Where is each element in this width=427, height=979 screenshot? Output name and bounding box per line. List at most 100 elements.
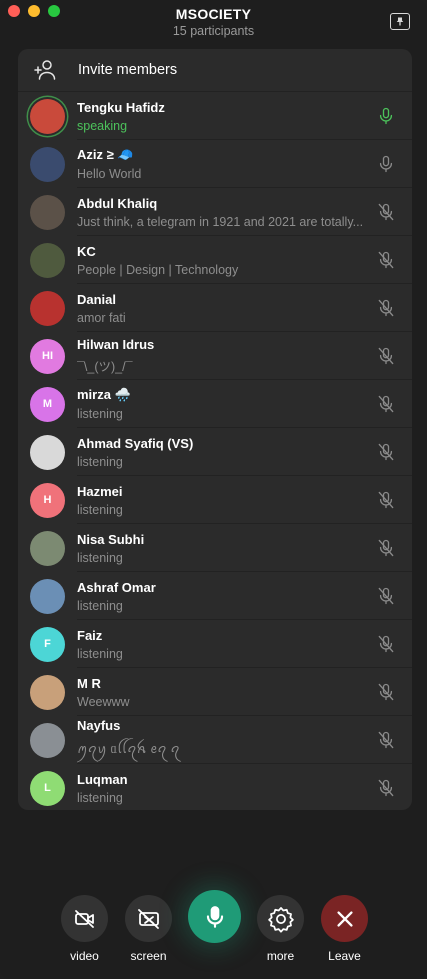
participant-row[interactable]: Danial amor fati xyxy=(18,284,412,332)
chat-title: MSOCIETY xyxy=(175,6,252,22)
participant-row[interactable]: H Hazmei listening xyxy=(18,476,412,524)
participant-name: Faiz xyxy=(77,627,103,643)
participant-status: listening xyxy=(77,790,123,805)
video-control: video xyxy=(61,895,108,963)
screen-share-off-icon xyxy=(137,908,159,929)
participant-row[interactable]: Ahmad Syafiq (VS) listening xyxy=(18,428,412,476)
participant-info: Aziz ≥ 🧢 Hello World xyxy=(77,147,374,181)
pin-window-button[interactable] xyxy=(390,13,410,30)
avatar xyxy=(30,146,65,182)
screen-share-button[interactable] xyxy=(125,895,172,942)
participant-name: Tengku Hafidz xyxy=(77,99,165,115)
avatar xyxy=(30,434,65,470)
avatar xyxy=(30,242,65,278)
avatar: L xyxy=(30,770,65,806)
avatar xyxy=(30,98,65,134)
mic-muted-icon xyxy=(374,584,398,608)
participant-row[interactable]: Nayfus ꪑꪖꪗ ᥲꪶꪶꪖꫝ ꫀꪖ ꪖ xyxy=(18,716,412,764)
participant-info: Faiz listening xyxy=(77,628,374,661)
mic-control xyxy=(188,890,241,943)
invite-members-button[interactable]: Invite members xyxy=(18,49,412,92)
mic-muted-icon xyxy=(374,728,398,752)
avatar: M xyxy=(30,386,65,422)
participant-row[interactable]: HI Hilwan Idrus ¯\_(ツ)_/¯ xyxy=(18,332,412,380)
microphone-icon xyxy=(374,152,398,176)
avatar-initials: H xyxy=(43,494,52,506)
participant-info: Hilwan Idrus ¯\_(ツ)_/¯ xyxy=(77,337,374,375)
mic-muted-icon xyxy=(374,776,398,800)
participant-row[interactable]: F Faiz listening xyxy=(18,620,412,668)
mic-muted-icon xyxy=(374,200,398,224)
participant-row[interactable]: Aziz ≥ 🧢 Hello World xyxy=(18,140,412,188)
avatar xyxy=(30,194,65,230)
participant-name: Luqman xyxy=(77,771,128,787)
participant-row[interactable]: L Luqman listening xyxy=(18,764,412,810)
avatar-initials: M xyxy=(42,398,53,410)
leave-label: Leave xyxy=(328,949,361,963)
microphone-icon xyxy=(374,104,398,128)
mic-muted-icon xyxy=(374,248,398,272)
participant-info: Tengku Hafidz speaking xyxy=(77,100,374,133)
video-off-icon xyxy=(74,909,94,928)
participant-status: People | Design | Technology xyxy=(77,262,239,277)
participant-status: amor fati xyxy=(77,310,126,325)
participant-info: Nisa Subhi listening xyxy=(77,532,374,565)
participant-status: Weewww xyxy=(77,694,130,709)
participant-info: Luqman listening xyxy=(77,772,374,805)
participant-row[interactable]: Abdul Khaliq Just think, a telegram in 19… xyxy=(18,188,412,236)
microphone-button[interactable] xyxy=(188,890,241,943)
participant-row[interactable]: KC People | Design | Technology xyxy=(18,236,412,284)
participant-row[interactable]: Nisa Subhi listening xyxy=(18,524,412,572)
leave-button[interactable] xyxy=(321,895,368,942)
participant-info: Hazmei listening xyxy=(77,484,374,517)
participant-info: KC People | Design | Technology xyxy=(77,244,374,277)
call-controls: video screen more Leave xyxy=(0,880,427,970)
participant-name: Ahmad Syafiq (VS) xyxy=(77,435,194,451)
participant-row[interactable]: M R Weewww xyxy=(18,668,412,716)
participant-info: Nayfus ꪑꪖꪗ ᥲꪶꪶꪖꫝ ꫀꪖ ꪖ xyxy=(77,718,374,763)
participant-name: M R xyxy=(77,675,101,691)
participants-panel: Invite members Tengku Hafidz speaking Aziz… xyxy=(18,49,412,810)
participant-name: Abdul Khaliq xyxy=(77,195,158,211)
avatar xyxy=(30,530,65,566)
invite-members-label: Invite members xyxy=(78,62,178,78)
screen-control: screen xyxy=(125,895,172,963)
avatar xyxy=(30,578,65,614)
avatar-initials: F xyxy=(44,638,51,650)
participant-info: M R Weewww xyxy=(77,676,374,709)
mic-muted-icon xyxy=(374,488,398,512)
video-label: video xyxy=(70,949,99,963)
mic-muted-icon xyxy=(374,344,398,368)
participant-status: ¯\_(ツ)_/¯ xyxy=(77,360,133,374)
participants-count: 15 participants xyxy=(172,24,255,38)
participant-name: KC xyxy=(77,243,96,259)
participant-status: Just think, a telegram in 1921 and 2021 … xyxy=(77,214,364,229)
video-button[interactable] xyxy=(61,895,108,942)
participant-name: Aziz ≥ 🧢 xyxy=(77,147,134,162)
more-control: more xyxy=(257,895,304,963)
participant-name: Hilwan Idrus xyxy=(77,337,155,352)
avatar: H xyxy=(30,482,65,518)
member-list: Tengku Hafidz speaking Aziz ≥ 🧢 Hello World… xyxy=(18,92,412,810)
participant-name: Nayfus xyxy=(77,717,121,733)
more-label: more xyxy=(266,949,295,963)
avatar xyxy=(30,290,65,326)
leave-control: Leave xyxy=(321,895,368,963)
add-user-icon xyxy=(31,55,61,85)
mic-muted-icon xyxy=(374,392,398,416)
more-button[interactable] xyxy=(257,895,304,942)
participant-info: Danial amor fati xyxy=(77,292,374,325)
participant-row[interactable]: Ashraf Omar listening xyxy=(18,572,412,620)
participant-status: listening xyxy=(77,646,123,661)
participant-row[interactable]: Tengku Hafidz speaking xyxy=(18,92,412,140)
participant-status: listening xyxy=(77,454,123,469)
avatar: F xyxy=(30,626,65,662)
participant-name: Nisa Subhi xyxy=(77,531,145,547)
avatar-initials: L xyxy=(44,782,51,794)
participant-name: Danial xyxy=(77,291,117,307)
participant-info: Ashraf Omar listening xyxy=(77,580,374,613)
participant-name: Ashraf Omar xyxy=(77,579,156,595)
close-icon xyxy=(336,910,353,927)
participant-row[interactable]: Mmirza 🌧️ listening xyxy=(18,380,412,428)
participant-status: speaking xyxy=(77,118,128,133)
